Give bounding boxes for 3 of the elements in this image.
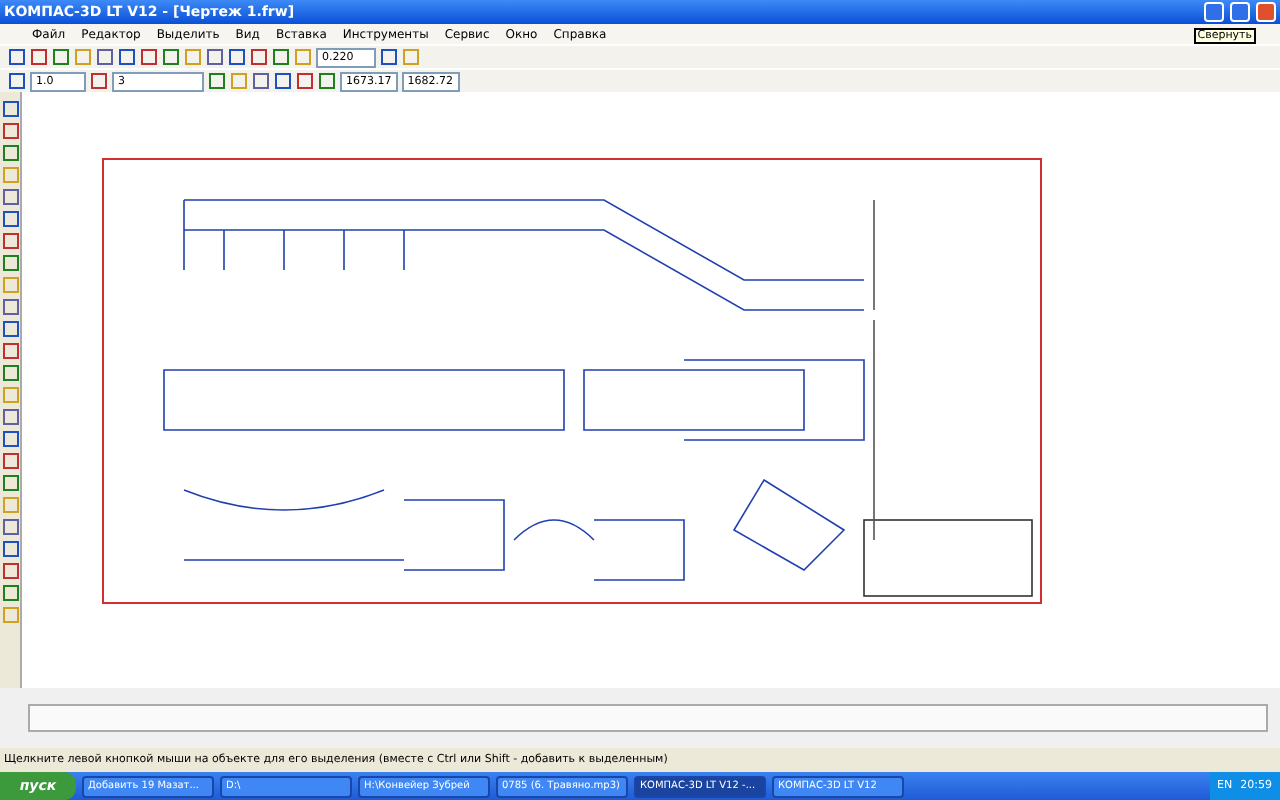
close-button[interactable] — [1256, 2, 1276, 22]
minimize-button[interactable] — [1204, 2, 1224, 22]
maximize-button[interactable] — [1230, 2, 1250, 22]
